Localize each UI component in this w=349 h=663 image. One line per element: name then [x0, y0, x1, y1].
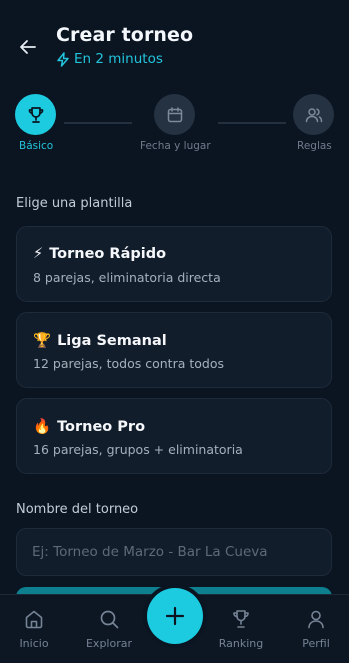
tournament-name-label: Nombre del torneo — [16, 502, 139, 517]
tab-explorar[interactable]: Explorar — [79, 595, 139, 663]
card-description: 16 parejas, grupos + eliminatoria — [33, 442, 243, 457]
create-fab-button[interactable] — [147, 588, 203, 644]
card-title-text: Liga Semanal — [57, 332, 167, 349]
tournament-name-input[interactable] — [16, 528, 332, 576]
search-icon — [100, 610, 119, 629]
stepper: Básico Fecha y lugar Reglas — [0, 92, 349, 158]
card-title-text: Torneo Pro — [57, 418, 146, 435]
header: Crear torneo En 2 minutos — [0, 0, 349, 84]
card-title: 🔥 Torneo Pro — [33, 418, 146, 436]
tab-label: Ranking — [218, 637, 264, 650]
lightning-emoji-icon: ⚡ — [33, 246, 44, 262]
trophy-icon — [28, 106, 43, 123]
tab-label: Explorar — [85, 637, 132, 650]
card-title: 🏆 Liga Semanal — [33, 332, 167, 350]
tab-inicio[interactable]: Inicio — [4, 595, 64, 663]
lightning-icon — [57, 51, 69, 67]
back-button[interactable] — [15, 34, 41, 60]
template-card-torneo-pro[interactable]: 🔥 Torneo Pro 16 parejas, grupos + elimin… — [16, 398, 332, 474]
step-connector — [218, 122, 286, 124]
step-fecha-lugar[interactable] — [154, 94, 195, 135]
calendar-icon — [167, 106, 182, 122]
trophy-emoji-icon: 🏆 — [33, 333, 52, 349]
home-icon — [25, 610, 43, 629]
template-card-liga-semanal[interactable]: 🏆 Liga Semanal 12 parejas, todos contra … — [16, 312, 332, 388]
subtitle-text: En 2 minutos — [74, 51, 163, 67]
step-reglas[interactable] — [293, 94, 334, 135]
templates-section-label: Elige una plantilla — [16, 196, 133, 211]
page-title: Crear torneo — [56, 24, 194, 46]
arrow-left-icon — [20, 40, 36, 54]
trophy-icon — [233, 610, 249, 628]
card-description: 8 parejas, eliminatoria directa — [33, 270, 221, 285]
tab-ranking[interactable]: Ranking — [211, 595, 271, 663]
users-icon — [305, 107, 322, 122]
tab-perfil[interactable]: Perfil — [286, 595, 346, 663]
card-description: 12 parejas, todos contra todos — [33, 356, 224, 371]
page-subtitle: En 2 minutos — [56, 51, 163, 67]
template-card-torneo-rapido[interactable]: ⚡ Torneo Rápido 8 parejas, eliminatoria … — [16, 226, 332, 302]
step-label-reglas: Reglas — [297, 140, 332, 152]
tab-label: Perfil — [302, 637, 330, 650]
fire-emoji-icon: 🔥 — [33, 419, 52, 435]
step-label-basico: Básico — [19, 140, 54, 152]
tab-label: Inicio — [19, 637, 49, 650]
card-title: ⚡ Torneo Rápido — [33, 246, 166, 262]
step-basico[interactable] — [15, 94, 56, 135]
plus-icon — [165, 606, 185, 626]
user-icon — [308, 610, 324, 629]
card-title-text: Torneo Rápido — [49, 246, 167, 262]
step-connector — [64, 122, 132, 124]
step-label-fecha-lugar: Fecha y lugar — [140, 140, 211, 152]
